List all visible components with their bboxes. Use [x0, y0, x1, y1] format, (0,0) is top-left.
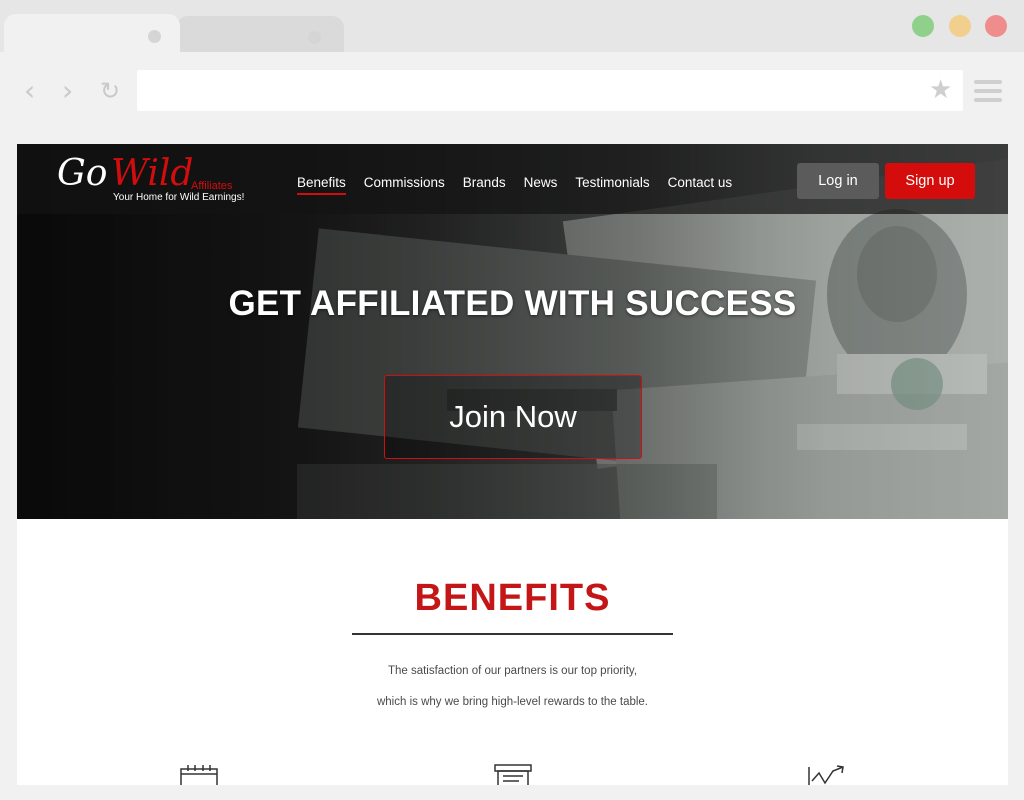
benefits-divider [352, 633, 673, 635]
browser-tab-2[interactable] [176, 16, 344, 52]
forward-arrow-icon[interactable]: › [62, 77, 73, 105]
benefits-text-line-2: which is why we bring high-level rewards… [376, 696, 649, 708]
logo-go-text: Go [57, 153, 108, 194]
main-navigation: Benefits Commissions Brands News Testimo… [297, 174, 750, 198]
benefits-text-line-1: The satisfaction of our partners is our … [387, 665, 638, 677]
nav-item-brands[interactable]: Brands [463, 174, 506, 198]
browser-tab-1[interactable] [4, 14, 180, 54]
hero-section: Go Wild Affiliates Your Home for Wild Ea… [17, 144, 1008, 519]
nav-item-benefits[interactable]: Benefits [297, 174, 346, 198]
gowild-affiliates-logo[interactable]: Go Wild Affiliates Your Home for Wild Ea… [57, 154, 247, 206]
tab-close-icon[interactable] [148, 30, 161, 43]
growth-chart-icon [808, 765, 844, 785]
document-stack-icon [494, 764, 532, 785]
browser-window: ‹ › ↻ ★ Go Wild Affiliates Your Home for… [0, 0, 1024, 800]
star-icon[interactable]: ★ [929, 77, 952, 103]
nav-item-contact-us[interactable]: Contact us [668, 174, 733, 198]
logo-affiliates-text: Affiliates [191, 180, 233, 192]
logo-tagline: Your Home for Wild Earnings! [113, 192, 245, 203]
logo-wild-text: Wild [111, 153, 194, 194]
nav-item-testimonials[interactable]: Testimonials [575, 174, 649, 198]
maximize-window-button[interactable] [912, 15, 934, 37]
login-button[interactable]: Log in [797, 163, 879, 199]
hero-title: GET AFFILIATED WITH SUCCESS [228, 284, 797, 323]
page-viewport: Go Wild Affiliates Your Home for Wild Ea… [17, 144, 1008, 785]
signup-button[interactable]: Sign up [885, 163, 975, 199]
close-window-button[interactable] [985, 15, 1007, 37]
hamburger-menu-icon[interactable] [974, 80, 1002, 102]
tab-close-icon[interactable] [308, 31, 321, 44]
nav-item-news[interactable]: News [524, 174, 558, 198]
back-arrow-icon[interactable]: ‹ [24, 77, 35, 105]
calendar-icon [180, 765, 218, 785]
join-now-button[interactable]: Join Now [384, 375, 642, 459]
benefits-title: BENEFITS [414, 577, 611, 619]
tab-strip [0, 0, 1024, 54]
reload-icon[interactable]: ↻ [100, 77, 120, 105]
site-header: Go Wild Affiliates Your Home for Wild Ea… [17, 144, 1008, 214]
minimize-window-button[interactable] [949, 15, 971, 37]
nav-item-commissions[interactable]: Commissions [364, 174, 445, 198]
address-bar[interactable] [137, 70, 963, 111]
